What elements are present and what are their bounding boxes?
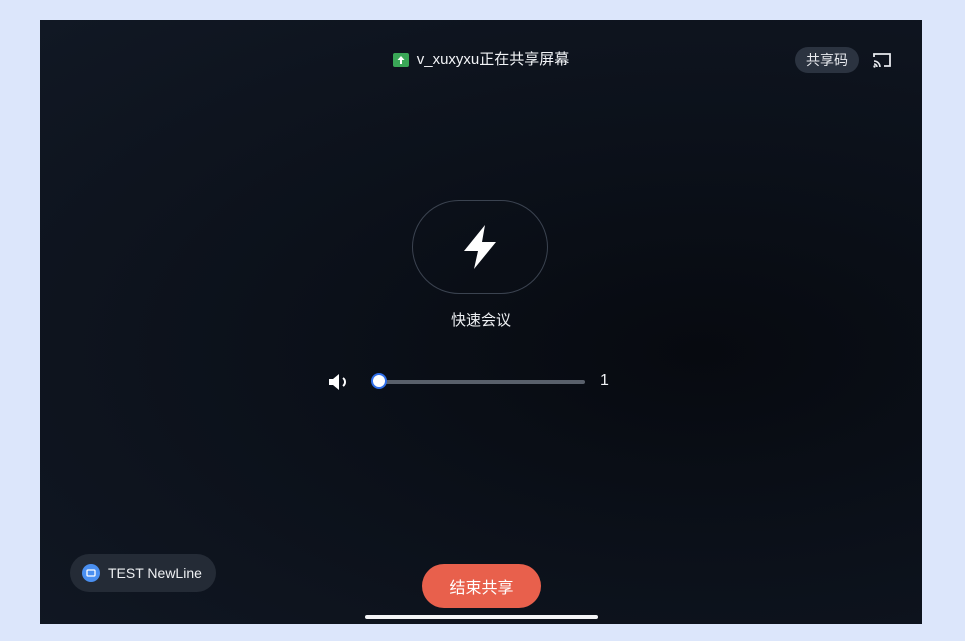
quick-meeting-label: 快速会议 <box>450 312 511 329</box>
speaker-icon[interactable] <box>327 372 351 392</box>
quick-meeting-button[interactable] <box>412 200 548 294</box>
screen-share-icon <box>392 53 409 67</box>
lightning-icon <box>464 225 496 269</box>
share-code-button[interactable]: 共享码 <box>795 47 859 73</box>
volume-slider-thumb[interactable] <box>371 373 387 389</box>
device-name: TEST NewLine <box>108 565 202 581</box>
end-share-button[interactable]: 结束共享 <box>422 564 541 608</box>
cast-icon[interactable] <box>872 51 892 69</box>
volume-slider-track[interactable] <box>380 380 585 384</box>
sharing-status-text: v_xuxyxu正在共享屏幕 <box>416 51 570 68</box>
home-indicator[interactable] <box>365 615 598 619</box>
volume-value: 1 <box>600 372 609 389</box>
sharing-status: v_xuxyxu正在共享屏幕 <box>40 50 922 70</box>
device-chip[interactable]: TEST NewLine <box>70 554 216 592</box>
device-icon <box>82 564 100 582</box>
screen-share-view: v_xuxyxu正在共享屏幕 共享码 快速会议 1 TEST NewLine 结… <box>40 20 922 624</box>
